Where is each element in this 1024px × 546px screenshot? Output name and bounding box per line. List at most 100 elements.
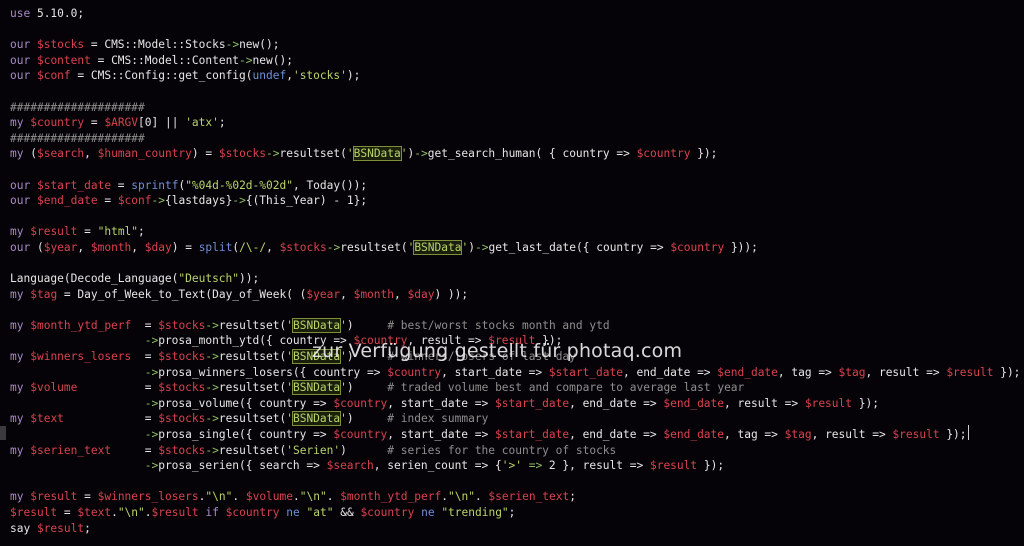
string-token: "html" [97,225,139,239]
code-token: ( [23,147,37,161]
code-editor[interactable]: use 5.10.0; our $stocks = CMS::Model::St… [10,6,1024,536]
code-token: })); [724,240,758,254]
comment-token: #################### [10,100,145,114]
code-token: )); [239,272,260,286]
variable-token: $tag [784,428,812,442]
variable-token: $end_date [717,365,778,379]
code-line[interactable]: ->prosa_volume({ country => $country, st… [10,396,1024,412]
code-line[interactable]: ->prosa_winners_losers({ country => $cou… [10,365,1024,381]
string-token: "at" [306,506,334,519]
keyword-token: if [205,506,219,519]
code-line[interactable]: my $serien_text = $stocks->resultset('Se… [10,443,1024,459]
code-token: ) [340,443,388,457]
code-line[interactable]: my ($search, $human_country) = $stocks->… [10,146,1024,162]
string-token: ' [400,147,408,161]
code-line[interactable] [10,162,1024,178]
code-line[interactable]: $result = $text."\n".$result if $country… [10,505,1024,521]
variable-token: $volume [30,381,78,395]
code-line[interactable]: my $country = $ARGV[0] || 'atx'; [10,115,1024,131]
builtin-token: sprintf [131,178,179,192]
variable-token: $stocks [158,318,206,332]
code-line[interactable]: my $tag = Day_of_Week_to_Text(Day_of_Wee… [10,287,1024,303]
code-token: ( [30,240,44,254]
gutter-marker [0,426,6,440]
code-token: , tag => [724,428,785,442]
code-token: }); [852,396,879,410]
code-token: resultset( [218,412,287,426]
code-token: = [77,225,98,239]
code-token: = [77,490,98,504]
code-token: . [232,490,246,504]
highlighted-match-token: BSNData [291,380,342,396]
operator-token: -> [266,147,280,161]
code-token: , [286,69,293,83]
string-token: ' [286,350,293,364]
code-token: , [394,287,408,301]
code-token: ; [138,225,145,239]
variable-token: $result [946,365,994,379]
code-line[interactable] [10,256,1024,272]
code-line[interactable]: my $text = $stocks->resultset('BSNData')… [10,411,1024,427]
operator-token: -> [414,147,428,161]
variable-token: $tag [838,365,866,379]
code-token: get_search_human( { country => [427,147,637,161]
code-line[interactable]: our $end_date = $conf->{lastdays}->{(Thi… [10,193,1024,209]
code-line[interactable]: Language(Decode_Language("Deutsch")); [10,271,1024,287]
operator-token: -> [144,396,159,410]
code-token: , [131,240,145,254]
variable-token: $stocks [279,240,327,254]
variable-token: $search [326,459,374,473]
code-line[interactable]: say $result; [10,521,1024,537]
keyword-token: our [10,194,31,208]
code-line[interactable] [10,209,1024,225]
code-token: prosa_volume({ country => [158,396,334,410]
string-token: '>' [501,459,522,473]
code-line[interactable]: ->prosa_single({ country => $country, st… [10,427,1024,443]
variable-token: $conf [36,69,71,83]
code-line[interactable]: my $volume = $stocks->resultset('BSNData… [10,380,1024,396]
code-token: get_last_date({ country => [488,240,671,254]
code-token: , result => [811,428,893,442]
code-token: , tag => [777,365,839,379]
string-token: 'stocks' [292,69,347,83]
code-token: , start_date => [387,428,495,442]
comment-token: # series for the country of stocks [387,443,617,457]
variable-token: $winners_losers [97,490,199,504]
code-line[interactable]: my $result = $winners_losers."\n". $volu… [10,489,1024,505]
code-token: resultset( [218,318,287,332]
code-line[interactable]: our ($year, $month, $day) = split(/\-/, … [10,239,1024,256]
code-line[interactable]: ->prosa_serien({ search => $search, seri… [10,458,1024,474]
code-line[interactable]: #################### [10,100,1024,116]
variable-token: $start_date [495,428,570,442]
builtin-token: ne [286,506,300,519]
operator-token: -> [144,459,159,473]
code-line[interactable]: my $month_ytd_perf = $stocks->resultset(… [10,317,1024,334]
string-token: 'atx' [185,116,219,130]
variable-token: $stocks [158,412,206,426]
code-line[interactable]: our $conf = CMS::Config::get_config(unde… [10,68,1024,84]
variable-token: $start_date [36,178,112,192]
variable-token: $human_country [97,147,192,161]
code-line[interactable]: #################### [10,131,1024,147]
variable-token: $stocks [158,381,206,395]
comment-token: # traded volume best and compare to aver… [387,381,745,395]
code-token: , result => [724,396,805,410]
code-line[interactable]: our $start_date = sprintf("%04d-%02d-%02… [10,178,1024,194]
code-line[interactable]: our $content = CMS::Model::Content->new(… [10,53,1024,69]
code-token: ) [346,381,388,395]
variable-token: $day [144,240,172,254]
code-line[interactable]: my $result = "html"; [10,224,1024,240]
string-token: ' [340,412,347,426]
code-line[interactable]: our $stocks = CMS::Model::Stocks->new(); [10,37,1024,53]
code-token: ) )); [434,287,469,301]
code-line[interactable] [10,302,1024,318]
string-token: ' [340,381,347,395]
code-line[interactable] [10,84,1024,100]
code-token: ; [218,116,226,130]
variable-token: $serien_text [488,490,570,504]
code-line[interactable]: use 5.10.0; [10,6,1024,22]
code-line[interactable] [10,22,1024,38]
code-token: . [144,506,152,519]
code-line[interactable] [10,474,1024,490]
